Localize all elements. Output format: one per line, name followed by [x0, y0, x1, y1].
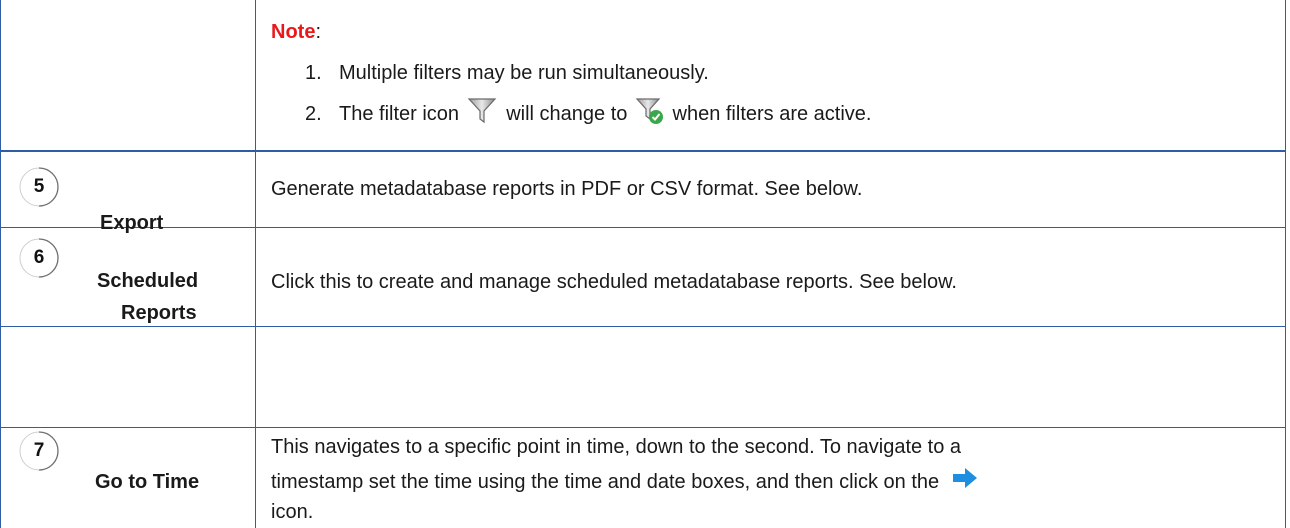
- note-colon: :: [315, 21, 322, 43]
- note-heading: Note:: [271, 16, 321, 48]
- row-divider: [0, 150, 1286, 152]
- row-divider: [0, 427, 1286, 428]
- note-item-text: Multiple filters may be run simultaneous…: [339, 62, 709, 84]
- border-divider: [255, 0, 256, 528]
- row-label: Export: [100, 212, 164, 234]
- row-label: Reports: [121, 302, 197, 324]
- note-item-number: 2.: [305, 103, 322, 125]
- note-item-number: 1.: [305, 62, 322, 84]
- note-item: 2.: [305, 98, 322, 130]
- row-divider: [0, 227, 1286, 228]
- row-description: Click this to create and manage schedule…: [271, 271, 957, 293]
- note-item: 1.: [305, 57, 322, 89]
- row-label: Go to Time: [95, 471, 200, 493]
- row-description: icon.: [271, 501, 314, 523]
- arrow-right-icon: [952, 467, 977, 488]
- filter-active-icon: [635, 98, 663, 124]
- row-label: Scheduled: [97, 270, 199, 292]
- filter-icon: [467, 98, 496, 123]
- row-description: Generate metadatabase reports in PDF or …: [271, 178, 863, 200]
- border-right: [1285, 0, 1286, 528]
- step-badge: 6: [18, 237, 70, 289]
- step-badge: 5: [18, 166, 70, 218]
- note-label: Note: [271, 21, 316, 43]
- note-item-text: The filter icon will change to when filt…: [339, 98, 871, 130]
- row-description: timestamp set the time using the time an…: [271, 466, 979, 498]
- row-description: This navigates to a specific point in ti…: [271, 436, 962, 458]
- feature-table: Note: 1. Multiple filters may be run sim…: [0, 0, 1290, 528]
- border-left: [0, 0, 1, 528]
- step-badge: 7: [18, 430, 70, 482]
